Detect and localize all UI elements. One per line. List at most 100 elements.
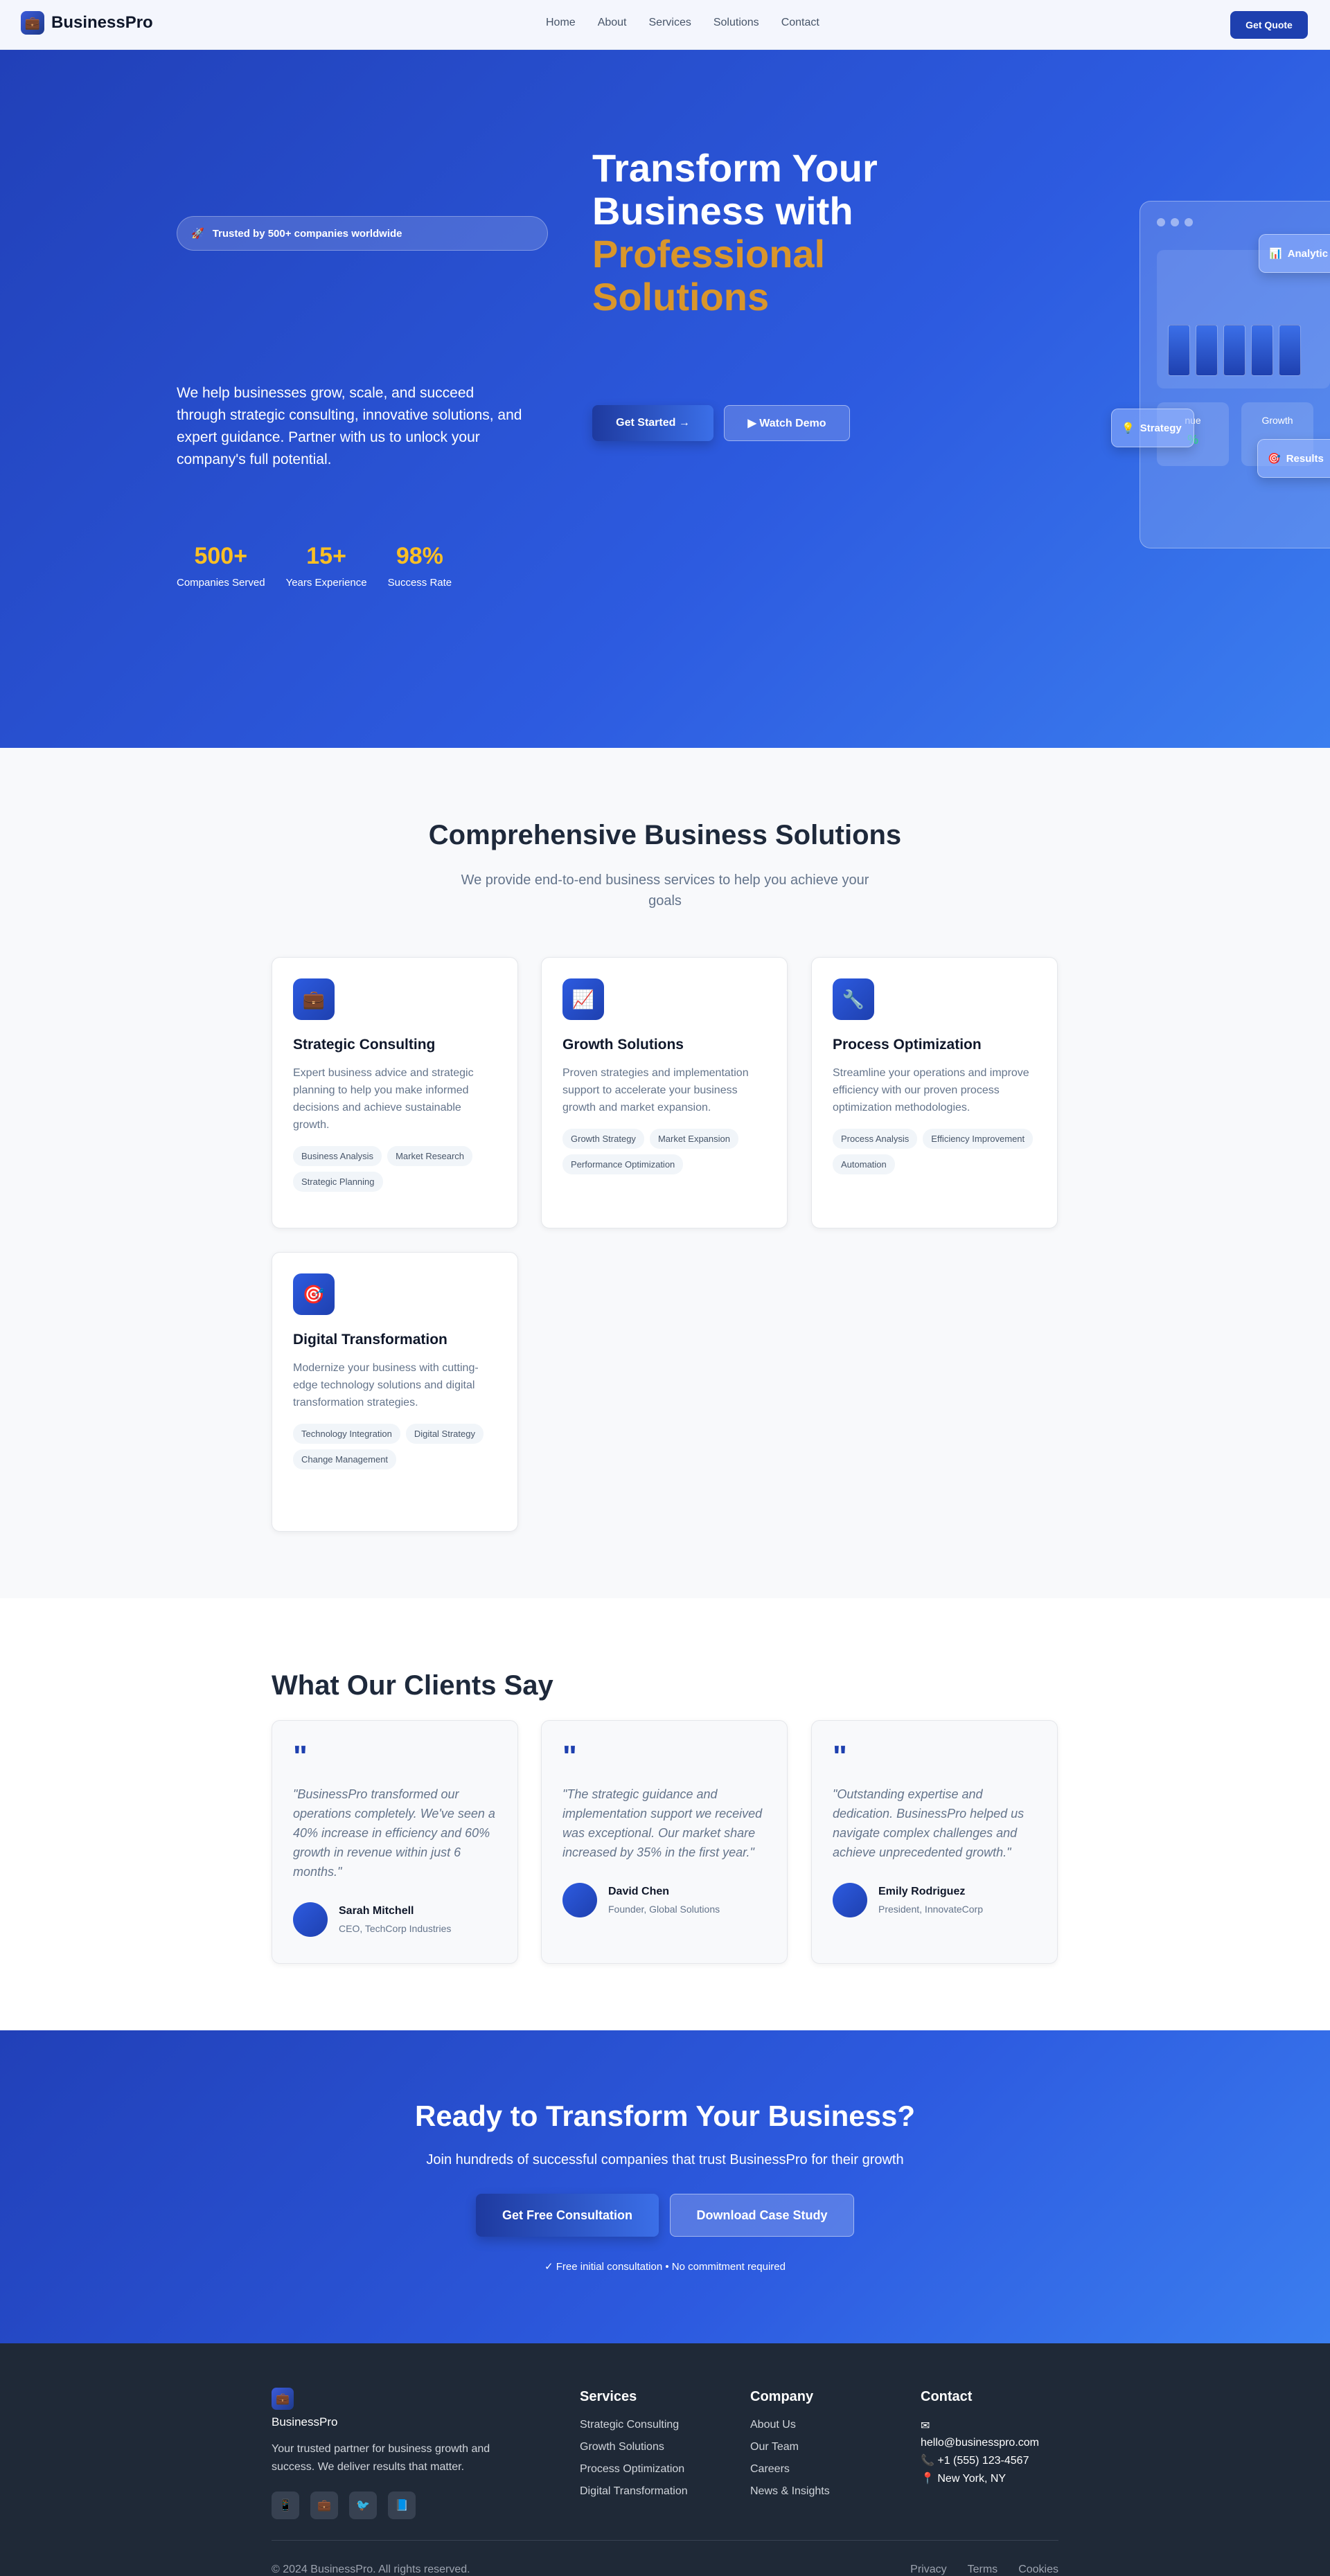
- card-tags: Process Analysis Efficiency Improvement …: [833, 1129, 1036, 1174]
- twitter-icon[interactable]: 🐦: [349, 2492, 377, 2519]
- testimonial-card: " "BusinessPro transformed our operation…: [272, 1720, 518, 1964]
- hero-title-highlight: Professional: [592, 232, 826, 276]
- terms-link[interactable]: Terms: [968, 2564, 998, 2576]
- footer-link[interactable]: News & Insights: [750, 2485, 830, 2498]
- results-chip: 🎯 Results: [1257, 439, 1330, 478]
- footer-services: Services Strategic Consulting Growth Sol…: [580, 2389, 688, 2507]
- author-name: Sarah Mitchell: [339, 1905, 414, 1917]
- copyright: © 2024 BusinessPro. All rights reserved.: [272, 2564, 470, 2575]
- stat-value: 15+: [306, 543, 346, 569]
- card-title: Digital Transformation: [293, 1332, 447, 1348]
- tag: Strategic Planning: [293, 1172, 383, 1192]
- target-icon: 🎯: [1268, 453, 1281, 465]
- cta-title: Ready to Transform Your Business?: [415, 2100, 915, 2132]
- avatar: [833, 1883, 867, 1917]
- hero-title: Transform Your Business with Professiona…: [592, 147, 939, 319]
- card-tags: Technology Integration Digital Strategy …: [293, 1424, 497, 1469]
- footer-column-title: Contact: [921, 2389, 973, 2404]
- footer-contact: Contact ✉ hello@businesspro.com 📞 +1 (55…: [921, 2389, 1039, 2489]
- facebook-icon[interactable]: 📘: [388, 2492, 416, 2519]
- cookies-link[interactable]: Cookies: [1018, 2564, 1058, 2576]
- linkedin-icon[interactable]: 💼: [310, 2492, 338, 2519]
- footer-link[interactable]: Process Optimization: [580, 2463, 688, 2476]
- tag: Market Expansion: [649, 1129, 738, 1149]
- target-icon: 🎯: [293, 1273, 335, 1315]
- download-case-study-button[interactable]: Download Case Study: [670, 2194, 854, 2237]
- footer-link[interactable]: About Us: [750, 2419, 830, 2431]
- avatar: [293, 1902, 328, 1937]
- brand-logo[interactable]: 💼 BusinessPro: [21, 11, 153, 35]
- stat-experience: 15+ Years Experience: [286, 543, 367, 589]
- chip-label: Strategy: [1140, 422, 1182, 434]
- chart-bar: [1168, 325, 1190, 376]
- phone-icon[interactable]: 📱: [272, 2492, 299, 2519]
- hero-title-highlight: Solutions: [592, 275, 770, 319]
- testimonials-section: What Our Clients Say " "BusinessPro tran…: [0, 1598, 1330, 2030]
- briefcase-icon: 💼: [293, 978, 335, 1020]
- nav-link-solutions[interactable]: Solutions: [713, 17, 759, 29]
- cta-section: Ready to Transform Your Business? Join h…: [0, 2030, 1330, 2343]
- footer-link[interactable]: Digital Transformation: [580, 2485, 688, 2498]
- contact-email[interactable]: hello@businesspro.com: [921, 2437, 1039, 2449]
- service-card-growth-solutions[interactable]: 📈 Growth Solutions Proven strategies and…: [541, 957, 788, 1228]
- stat-value: 98%: [396, 543, 443, 569]
- stat-success: 98% Success Rate: [388, 543, 452, 589]
- trust-badge-text: Trusted by 500+ companies worldwide: [212, 227, 402, 240]
- watch-demo-button[interactable]: ▶ Watch Demo: [724, 405, 850, 441]
- rocket-icon: 🚀: [191, 228, 204, 240]
- hero-section: 🚀 Trusted by 500+ companies worldwide We…: [0, 50, 1330, 748]
- contact-phone[interactable]: 📞 +1 (555) 123-4567: [921, 2453, 1039, 2467]
- social-links: 📱 💼 🐦 📘: [272, 2492, 416, 2519]
- solutions-section: Comprehensive Business Solutions We prov…: [0, 748, 1330, 1598]
- footer-link[interactable]: Strategic Consulting: [580, 2419, 688, 2431]
- window-dots: [1157, 218, 1193, 226]
- chip-label: Results: [1286, 452, 1324, 465]
- footer-link[interactable]: Growth Solutions: [580, 2441, 688, 2453]
- stat-label: Companies Served: [177, 577, 265, 589]
- hero-title-line: Business with: [592, 189, 853, 233]
- tag: Performance Optimization: [562, 1154, 684, 1174]
- chart-icon: 📈: [562, 978, 604, 1020]
- card-title: Strategic Consulting: [293, 1037, 436, 1053]
- free-consultation-button[interactable]: Get Free Consultation: [476, 2194, 659, 2237]
- service-card-process-optimization[interactable]: 🔧 Process Optimization Streamline your o…: [811, 957, 1058, 1228]
- privacy-link[interactable]: Privacy: [910, 2564, 946, 2576]
- footer-column-title: Company: [750, 2389, 814, 2404]
- nav-link-home[interactable]: Home: [546, 17, 576, 29]
- card-title: Growth Solutions: [562, 1037, 684, 1053]
- nav-link-services[interactable]: Services: [649, 17, 691, 29]
- lightbulb-icon: 💡: [1121, 422, 1135, 434]
- stat-label: Success Rate: [387, 577, 452, 589]
- card-description: Streamline your operations and improve e…: [833, 1067, 1029, 1113]
- testimonial-author: Emily Rodriguez President, InnovateCorp: [833, 1883, 1036, 1917]
- chip-label: Analytic: [1287, 247, 1329, 260]
- footer-link[interactable]: Our Team: [750, 2441, 830, 2453]
- get-started-button[interactable]: Get Started →: [592, 405, 713, 441]
- briefcase-icon: 💼: [21, 11, 44, 35]
- cta-subtitle: Join hundreds of successful companies th…: [426, 2152, 904, 2167]
- author-role: President, InnovateCorp: [878, 1904, 983, 1915]
- analytics-chip: 📊 Analytic: [1259, 234, 1330, 273]
- cta-note: ✓ Free initial consultation • No commitm…: [544, 2261, 786, 2273]
- legal-links: Privacy Terms Cookies: [901, 2564, 1058, 2576]
- mini-card-label: Growth: [1261, 415, 1293, 426]
- author-role: CEO, TechCorp Industries: [339, 1923, 452, 1934]
- footer-link[interactable]: Careers: [750, 2463, 830, 2476]
- service-card-digital-transformation[interactable]: 🎯 Digital Transformation Modernize your …: [272, 1252, 518, 1532]
- footer-brand: BusinessPro: [272, 2415, 338, 2429]
- footer-company: Company About Us Our Team Careers News &…: [750, 2389, 830, 2507]
- solutions-title: Comprehensive Business Solutions: [428, 820, 902, 850]
- tag: Efficiency Improvement: [923, 1129, 1034, 1149]
- quote-icon: ": [293, 1739, 308, 1773]
- strategy-chip: 💡 Strategy: [1111, 409, 1194, 447]
- card-tags: Business Analysis Market Research Strate…: [293, 1146, 497, 1192]
- nav-link-contact[interactable]: Contact: [781, 17, 819, 29]
- get-quote-button[interactable]: Get Quote: [1230, 11, 1308, 39]
- nav-link-about[interactable]: About: [598, 17, 627, 29]
- chart-bar: [1196, 325, 1218, 376]
- quote-icon: ": [833, 1739, 847, 1773]
- brand-name: BusinessPro: [51, 13, 153, 32]
- service-card-strategic-consulting[interactable]: 💼 Strategic Consulting Expert business a…: [272, 957, 518, 1228]
- hero-title-line: Transform Your: [592, 146, 878, 190]
- tag: Digital Strategy: [405, 1424, 484, 1444]
